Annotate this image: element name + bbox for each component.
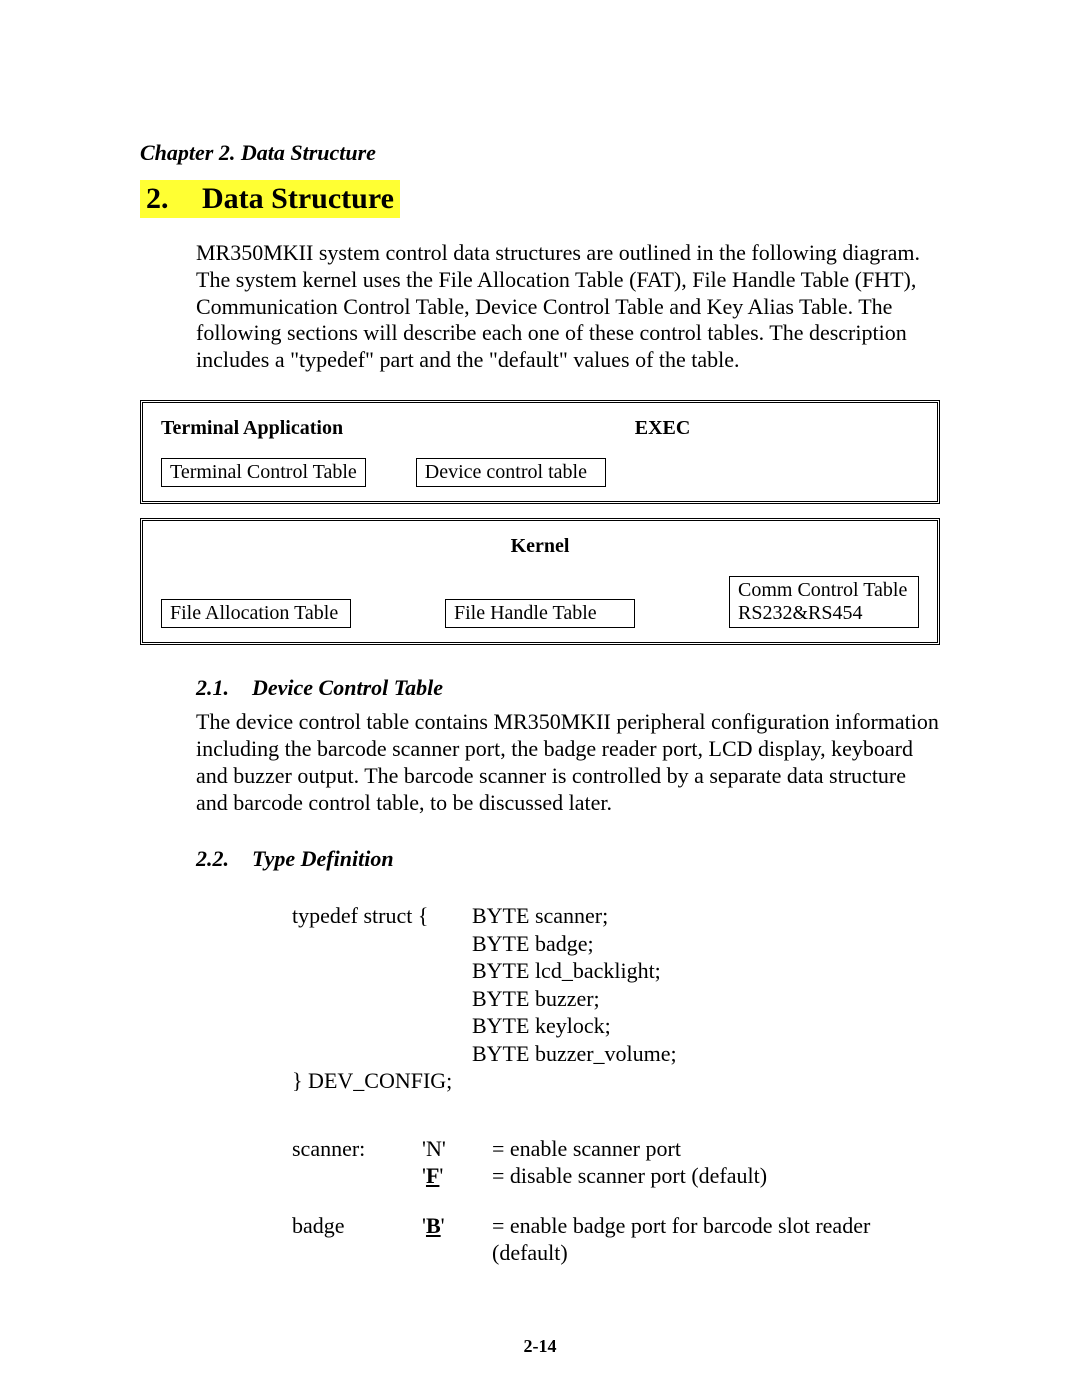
typedef-table: typedef struct { BYTE scanner; BYTE badg… — [292, 902, 687, 1095]
chapter-title: 2.Data Structure — [140, 180, 400, 218]
running-header: Chapter 2. Data Structure — [140, 140, 940, 166]
typedef-row: BYTE keylock; — [292, 1012, 687, 1040]
diagram-box-application: Terminal Application EXEC Terminal Contr… — [140, 400, 940, 504]
def-desc: = enable scanner port — [492, 1135, 940, 1163]
typedef-member: BYTE keylock; — [472, 1012, 687, 1040]
page-number: 2-14 — [0, 1336, 1080, 1357]
diagram-cell-comm: Comm Control Table RS232&RS454 — [729, 576, 919, 628]
definitions-table: scanner: 'N' = enable scanner port 'F' =… — [292, 1135, 940, 1267]
definition-row: scanner: 'N' = enable scanner port — [292, 1135, 940, 1163]
typedef-open: typedef struct { — [292, 902, 472, 930]
section-number: 2.1. — [196, 675, 252, 701]
diagram-cell: Device control table — [416, 458, 606, 487]
structure-diagram: Terminal Application EXEC Terminal Contr… — [140, 400, 940, 645]
document-page: Chapter 2. Data Structure 2.Data Structu… — [0, 0, 1080, 1397]
def-code: 'B' — [422, 1212, 492, 1267]
diagram-cell: File Allocation Table — [161, 599, 351, 628]
diagram-cell: Terminal Control Table — [161, 458, 366, 487]
box1-header-left: Terminal Application — [161, 417, 635, 440]
diagram-box-kernel: Kernel File Allocation Table File Handle… — [140, 518, 940, 645]
chapter-title-text: Data Structure — [202, 182, 394, 215]
section-number: 2.2. — [196, 846, 252, 872]
comm-line2: RS232&RS454 — [738, 602, 862, 624]
box2-header-center: Kernel — [511, 535, 570, 558]
def-code: 'N' — [422, 1135, 492, 1163]
def-code: 'F' — [422, 1162, 492, 1190]
typedef-member: BYTE buzzer_volume; — [472, 1040, 687, 1068]
section-heading-2-1: 2.1.Device Control Table — [196, 675, 940, 701]
def-desc: = disable scanner port (default) — [492, 1162, 940, 1190]
comm-line1: Comm Control Table — [738, 579, 907, 601]
typedef-row: typedef struct { BYTE scanner; — [292, 902, 687, 930]
def-desc: = enable badge port for barcode slot rea… — [492, 1212, 940, 1267]
def-field — [292, 1162, 422, 1190]
diagram-cell: File Handle Table — [445, 599, 635, 628]
typedef-member: BYTE buzzer; — [472, 985, 687, 1013]
section-title: Device Control Table — [252, 675, 443, 700]
typedef-row: BYTE buzzer_volume; — [292, 1040, 687, 1068]
typedef-row: } DEV_CONFIG; — [292, 1067, 687, 1095]
chapter-number: 2. — [146, 182, 202, 216]
typedef-member: BYTE badge; — [472, 930, 687, 958]
def-field: scanner: — [292, 1135, 422, 1163]
typedef-row: BYTE badge; — [292, 930, 687, 958]
section-heading-2-2: 2.2.Type Definition — [196, 846, 940, 872]
box1-header-right: EXEC — [635, 417, 919, 440]
typedef-block: typedef struct { BYTE scanner; BYTE badg… — [292, 902, 940, 1267]
typedef-member: BYTE lcd_backlight; — [472, 957, 687, 985]
definition-row: 'F' = disable scanner port (default) — [292, 1162, 940, 1190]
typedef-row: BYTE lcd_backlight; — [292, 957, 687, 985]
typedef-row: BYTE buzzer; — [292, 985, 687, 1013]
definition-row: badge 'B' = enable badge port for barcod… — [292, 1212, 940, 1267]
typedef-member: BYTE scanner; — [472, 902, 687, 930]
section-title: Type Definition — [252, 846, 394, 871]
section-2-1-paragraph: The device control table contains MR350M… — [196, 709, 940, 816]
typedef-close: } DEV_CONFIG; — [292, 1067, 687, 1095]
intro-paragraph: MR350MKII system control data structures… — [196, 240, 940, 374]
def-field: badge — [292, 1212, 422, 1267]
